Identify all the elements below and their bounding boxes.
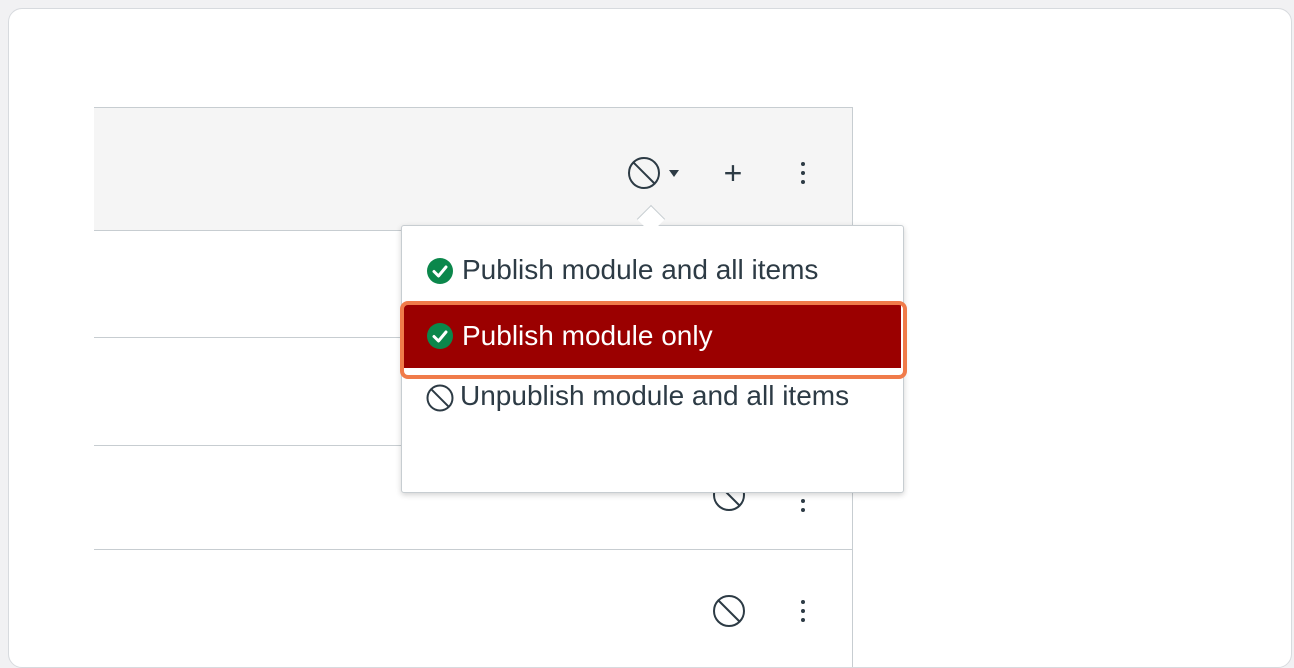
plus-icon: + bbox=[723, 155, 743, 191]
row-divider bbox=[94, 549, 852, 550]
unpublished-ban-icon bbox=[628, 157, 660, 189]
module-options-button[interactable] bbox=[791, 153, 815, 193]
unpublished-ban-icon bbox=[426, 384, 454, 412]
menu-item-label: Publish module and all items bbox=[462, 254, 819, 285]
published-check-icon bbox=[427, 258, 453, 284]
menu-item-unpublish-all[interactable]: Unpublish module and all items bbox=[402, 376, 903, 416]
menu-item-label: Publish module only bbox=[462, 320, 713, 351]
kebab-icon bbox=[801, 162, 805, 184]
item-options-button[interactable] bbox=[791, 591, 815, 631]
unpublished-ban-icon bbox=[713, 595, 745, 627]
add-item-button[interactable]: + bbox=[713, 153, 753, 193]
item-status-button[interactable] bbox=[709, 591, 749, 631]
kebab-icon bbox=[801, 490, 805, 512]
kebab-icon bbox=[801, 600, 805, 622]
chevron-down-icon bbox=[669, 169, 679, 177]
menu-item-publish-all[interactable]: Publish module and all items bbox=[402, 252, 903, 288]
menu-item-publish-module-only[interactable]: Publish module only bbox=[404, 304, 901, 368]
publish-menu: Publish module and all items Publish mod… bbox=[401, 225, 904, 493]
published-check-icon bbox=[427, 323, 453, 349]
menu-item-label: Unpublish module and all items bbox=[460, 380, 850, 411]
item-options-button[interactable] bbox=[791, 489, 815, 519]
publish-status-button[interactable] bbox=[621, 153, 685, 193]
screenshot-frame: + Publish module and all items Publish m… bbox=[8, 8, 1292, 668]
